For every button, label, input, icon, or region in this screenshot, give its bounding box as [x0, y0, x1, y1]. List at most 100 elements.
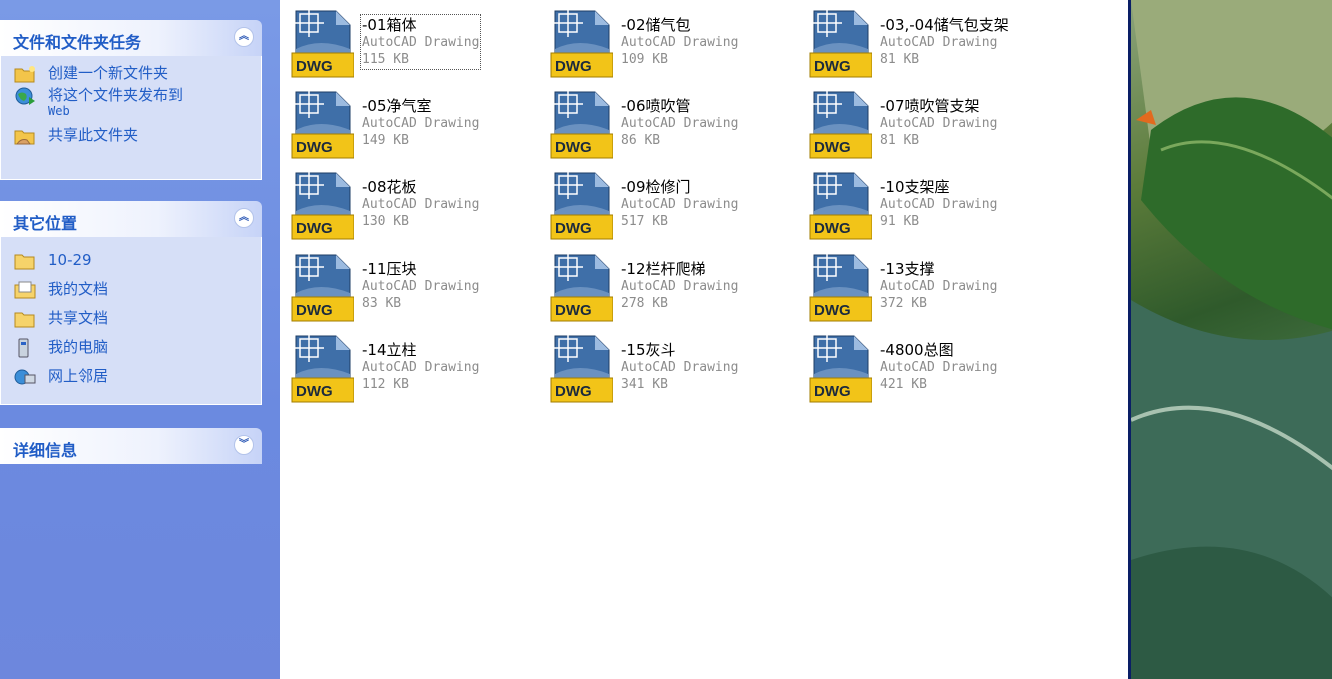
my-documents-icon [14, 281, 36, 299]
place-network[interactable]: 网上邻居 [1, 367, 261, 396]
file-name: -11压块 [362, 260, 417, 278]
file-name: -02储气包 [621, 16, 691, 34]
dwg-label: DWG [814, 383, 851, 400]
file-item[interactable]: DWG -13支撑 AutoCAD Drawing 372 KB [798, 244, 1038, 322]
file-size: 149 KB [362, 133, 409, 148]
dwg-file-icon: DWG [809, 334, 872, 403]
dwg-label: DWG [296, 302, 333, 319]
file-type: AutoCAD Drawing [362, 360, 480, 375]
file-meta: -05净气室 AutoCAD Drawing 149 KB [362, 97, 479, 149]
publish-web-icon [15, 87, 35, 105]
task-share-folder[interactable]: 共享此文件夹 [1, 126, 261, 148]
panel-body: 10-29 我的文档 共享文档 我的电脑 网上邻居 [0, 237, 262, 405]
file-meta: -07喷吹管支架 AutoCAD Drawing 81 KB [880, 97, 997, 149]
task-pane: 文件和文件夹任务 ︽ 创建一个新文件夹 将这个文件夹发布到 Web 共享此文件夹… [0, 0, 280, 679]
file-type: AutoCAD Drawing [362, 35, 480, 50]
file-type: AutoCAD Drawing [621, 116, 739, 131]
share-folder-icon [14, 130, 35, 145]
file-name: -15灰斗 [621, 341, 676, 359]
file-type: AutoCAD Drawing [621, 360, 739, 375]
new-folder-icon [14, 66, 35, 83]
file-size: 517 KB [621, 214, 668, 229]
panel-header[interactable]: 其它位置 ︽ [0, 201, 262, 237]
file-meta: -4800总图 AutoCAD Drawing 421 KB [880, 341, 997, 393]
collapse-up-icon[interactable]: ︽ [234, 27, 254, 47]
dwg-label: DWG [814, 302, 851, 319]
desktop-wallpaper [1128, 0, 1332, 679]
file-size: 86 KB [621, 133, 661, 148]
file-folder-tasks-panel: 文件和文件夹任务 ︽ 创建一个新文件夹 将这个文件夹发布到 Web 共享此文件夹 [0, 20, 262, 180]
file-view[interactable]: DWG -01箱体 AutoCAD Drawing 115 KB DWG -02… [280, 0, 1128, 679]
dwg-label: DWG [296, 220, 333, 237]
leaf-photo [1131, 0, 1332, 679]
file-name: -07喷吹管支架 [880, 97, 980, 115]
file-meta: -08花板 AutoCAD Drawing 130 KB [362, 178, 479, 230]
file-size: 278 KB [621, 296, 668, 311]
file-item[interactable]: DWG -07喷吹管支架 AutoCAD Drawing 81 KB [798, 81, 1038, 159]
task-new-folder[interactable]: 创建一个新文件夹 [1, 64, 261, 86]
task-label: 共享此文件夹 [48, 126, 139, 144]
file-type: AutoCAD Drawing [880, 360, 998, 375]
file-type: AutoCAD Drawing [621, 35, 739, 50]
file-name: -06喷吹管 [621, 97, 691, 115]
file-item[interactable]: DWG -12栏杆爬梯 AutoCAD Drawing 278 KB [539, 244, 779, 322]
dwg-file-icon: DWG [809, 171, 872, 240]
file-type: AutoCAD Drawing [362, 197, 480, 212]
dwg-file-icon: DWG [291, 90, 354, 159]
dwg-label: DWG [555, 302, 592, 319]
file-type: AutoCAD Drawing [621, 197, 739, 212]
file-item[interactable]: DWG -10支架座 AutoCAD Drawing 91 KB [798, 162, 1038, 240]
panel-header[interactable]: 文件和文件夹任务 ︽ [0, 20, 262, 56]
place-my-computer[interactable]: 我的电脑 [1, 338, 261, 367]
file-item[interactable]: DWG -03,-04储气包支架 AutoCAD Drawing 81 KB [798, 0, 1038, 78]
file-type: AutoCAD Drawing [880, 197, 998, 212]
dwg-label: DWG [296, 58, 333, 75]
panel-body: 创建一个新文件夹 将这个文件夹发布到 Web 共享此文件夹 [0, 56, 262, 180]
file-type: AutoCAD Drawing [362, 279, 480, 294]
file-meta: -15灰斗 AutoCAD Drawing 341 KB [621, 341, 738, 393]
place-folder-10-29[interactable]: 10-29 [1, 251, 261, 280]
file-type: AutoCAD Drawing [621, 279, 739, 294]
shared-folder-icon [14, 312, 35, 328]
file-meta: -06喷吹管 AutoCAD Drawing 86 KB [621, 97, 738, 149]
file-item[interactable]: DWG -15灰斗 AutoCAD Drawing 341 KB [539, 325, 779, 403]
dwg-file-icon: DWG [550, 90, 613, 159]
place-label: 我的文档 [48, 280, 109, 298]
place-label: 我的电脑 [48, 338, 109, 356]
file-size: 81 KB [880, 133, 920, 148]
task-label: 将这个文件夹发布到 [48, 86, 184, 104]
details-panel: 详细信息 ︾ [0, 428, 262, 464]
file-item[interactable]: DWG -11压块 AutoCAD Drawing 83 KB [280, 244, 520, 322]
file-item[interactable]: DWG -14立柱 AutoCAD Drawing 112 KB [280, 325, 520, 403]
file-item[interactable]: DWG -08花板 AutoCAD Drawing 130 KB [280, 162, 520, 240]
dwg-file-icon: DWG [550, 334, 613, 403]
place-shared-documents[interactable]: 共享文档 [1, 309, 261, 338]
dwg-label: DWG [555, 383, 592, 400]
file-size: 112 KB [362, 377, 409, 392]
file-item[interactable]: DWG -4800总图 AutoCAD Drawing 421 KB [798, 325, 1038, 403]
file-size: 130 KB [362, 214, 409, 229]
dwg-file-icon: DWG [291, 253, 354, 322]
dwg-label: DWG [814, 139, 851, 156]
file-meta: -13支撑 AutoCAD Drawing 372 KB [880, 260, 997, 312]
place-label: 共享文档 [48, 309, 109, 327]
file-item[interactable]: DWG -01箱体 AutoCAD Drawing 115 KB [280, 0, 520, 78]
place-my-documents[interactable]: 我的文档 [1, 280, 261, 309]
dwg-file-icon: DWG [550, 171, 613, 240]
file-name: -13支撑 [880, 260, 935, 278]
file-name: -4800总图 [880, 341, 954, 359]
file-name: -01箱体 [362, 16, 417, 34]
place-label: 10-29 [48, 251, 92, 269]
dwg-file-icon: DWG [809, 90, 872, 159]
dwg-file-icon: DWG [291, 334, 354, 403]
file-item[interactable]: DWG -05净气室 AutoCAD Drawing 149 KB [280, 81, 520, 159]
file-item[interactable]: DWG -06喷吹管 AutoCAD Drawing 86 KB [539, 81, 779, 159]
task-publish-web[interactable]: 将这个文件夹发布到 Web [1, 86, 261, 126]
file-item[interactable]: DWG -02储气包 AutoCAD Drawing 109 KB [539, 0, 779, 78]
task-sub-label: Web [48, 104, 70, 118]
file-item[interactable]: DWG -09检修门 AutoCAD Drawing 517 KB [539, 162, 779, 240]
panel-header[interactable]: 详细信息 ︾ [0, 428, 262, 464]
dwg-file-icon: DWG [809, 9, 872, 78]
expand-down-icon[interactable]: ︾ [234, 435, 254, 455]
collapse-up-icon[interactable]: ︽ [234, 208, 254, 228]
